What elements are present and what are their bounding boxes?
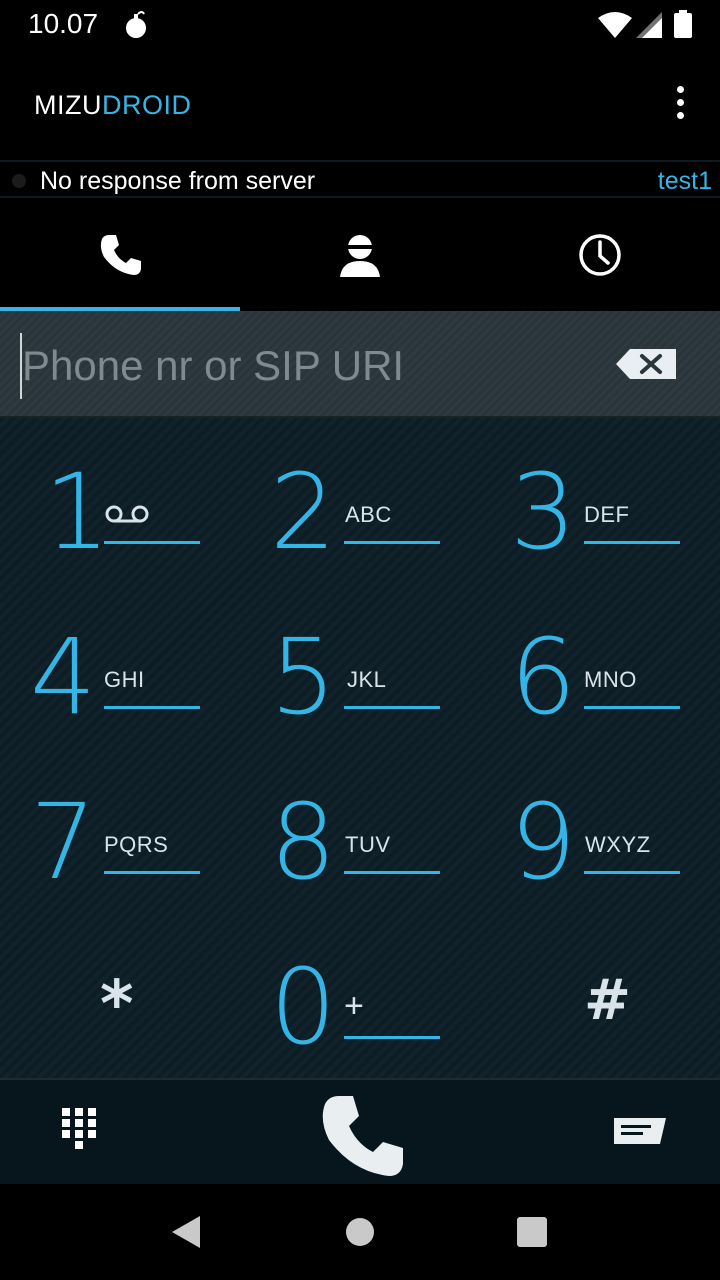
- dial-input-bar: [0, 311, 720, 418]
- key-underline: [104, 541, 200, 544]
- app-bar: MIZUDROID: [0, 50, 720, 160]
- key-6[interactable]: 6 MNO: [480, 583, 720, 748]
- app-title: MIZUDROID: [34, 90, 191, 121]
- voicemail-icon: [105, 505, 149, 523]
- registration-message: No response from server: [40, 167, 316, 195]
- key-letters: JKL: [347, 667, 387, 692]
- key-digit: *: [100, 968, 134, 1042]
- account-name[interactable]: test1: [658, 167, 712, 196]
- wifi-icon: [598, 12, 632, 38]
- key-letters: MNO: [584, 667, 637, 692]
- key-3[interactable]: 3 DEF: [480, 418, 720, 583]
- key-letters: DEF: [584, 502, 630, 527]
- home-icon[interactable]: [345, 1217, 375, 1247]
- key-9[interactable]: 9 WXYZ: [480, 748, 720, 913]
- message-icon[interactable]: [614, 1118, 666, 1150]
- tab-contacts[interactable]: [240, 198, 480, 311]
- key-5[interactable]: 5 JKL: [240, 583, 480, 748]
- contact-icon: [340, 234, 380, 277]
- status-bar: 10.07: [0, 0, 720, 50]
- tab-bar: [0, 198, 720, 311]
- registration-indicator: [12, 174, 26, 188]
- call-button[interactable]: [312, 1088, 410, 1184]
- recents-icon[interactable]: [517, 1217, 547, 1247]
- key-digit: 9: [510, 781, 577, 903]
- dial-number-input[interactable]: [20, 333, 584, 399]
- key-underline: [584, 706, 680, 709]
- more-vert-icon: [676, 86, 684, 93]
- app-title-part2: DROID: [101, 90, 192, 120]
- key-underline: [344, 706, 440, 709]
- key-7[interactable]: 7 PQRS: [0, 748, 240, 913]
- battery-icon: [674, 10, 692, 38]
- key-digit: 0: [270, 946, 337, 1068]
- key-letters: GHI: [104, 667, 145, 692]
- key-underline: [584, 871, 680, 874]
- key-2[interactable]: 2 ABC: [240, 418, 480, 583]
- key-digit: 1: [44, 451, 111, 573]
- key-digit: 7: [30, 781, 97, 903]
- tab-dialer[interactable]: [0, 198, 240, 311]
- key-underline: [584, 541, 680, 544]
- key-digit: 2: [270, 451, 337, 573]
- key-1[interactable]: 1: [0, 418, 240, 583]
- key-underline: [344, 1036, 440, 1039]
- key-hash[interactable]: #: [480, 913, 720, 1078]
- dialpad-toggle-icon[interactable]: [62, 1108, 100, 1158]
- key-digit: 5: [270, 616, 337, 738]
- key-star[interactable]: *: [0, 913, 240, 1078]
- key-underline: [344, 541, 440, 544]
- key-8[interactable]: 8 TUV: [240, 748, 480, 913]
- key-digit: 6: [510, 616, 577, 738]
- clock-icon: [579, 233, 621, 276]
- key-letters: TUV: [345, 832, 391, 857]
- key-letters: PQRS: [104, 832, 169, 857]
- phone-icon: [100, 234, 141, 275]
- signal-icon: [636, 12, 662, 38]
- key-digit: 3: [510, 451, 577, 573]
- tab-history[interactable]: [480, 198, 720, 311]
- key-digit: 4: [30, 616, 97, 738]
- key-underline: [104, 706, 200, 709]
- key-4[interactable]: 4 GHI: [0, 583, 240, 748]
- dial-action-bar: [0, 1078, 720, 1184]
- overflow-menu-button[interactable]: [670, 86, 690, 124]
- key-letters: +: [344, 987, 365, 1025]
- key-0[interactable]: 0 +: [240, 913, 480, 1078]
- key-digit: 8: [270, 781, 337, 903]
- key-digit: #: [584, 968, 631, 1033]
- key-letters: WXYZ: [585, 832, 651, 857]
- dial-keypad: 1 2 ABC 3 DEF 4 GHI 5 JKL 6 MNO 7 PQRS 8…: [0, 418, 720, 1078]
- back-icon[interactable]: [172, 1216, 202, 1248]
- bomb-notification-icon: [126, 11, 146, 38]
- app-title-part1: MIZU: [34, 90, 102, 120]
- registration-status-bar: No response from server test1: [0, 160, 720, 198]
- system-nav-bar: [0, 1184, 720, 1280]
- key-letters: ABC: [345, 502, 392, 527]
- backspace-icon[interactable]: [616, 347, 678, 381]
- status-time: 10.07: [28, 8, 99, 39]
- key-underline: [104, 871, 200, 874]
- key-underline: [344, 871, 440, 874]
